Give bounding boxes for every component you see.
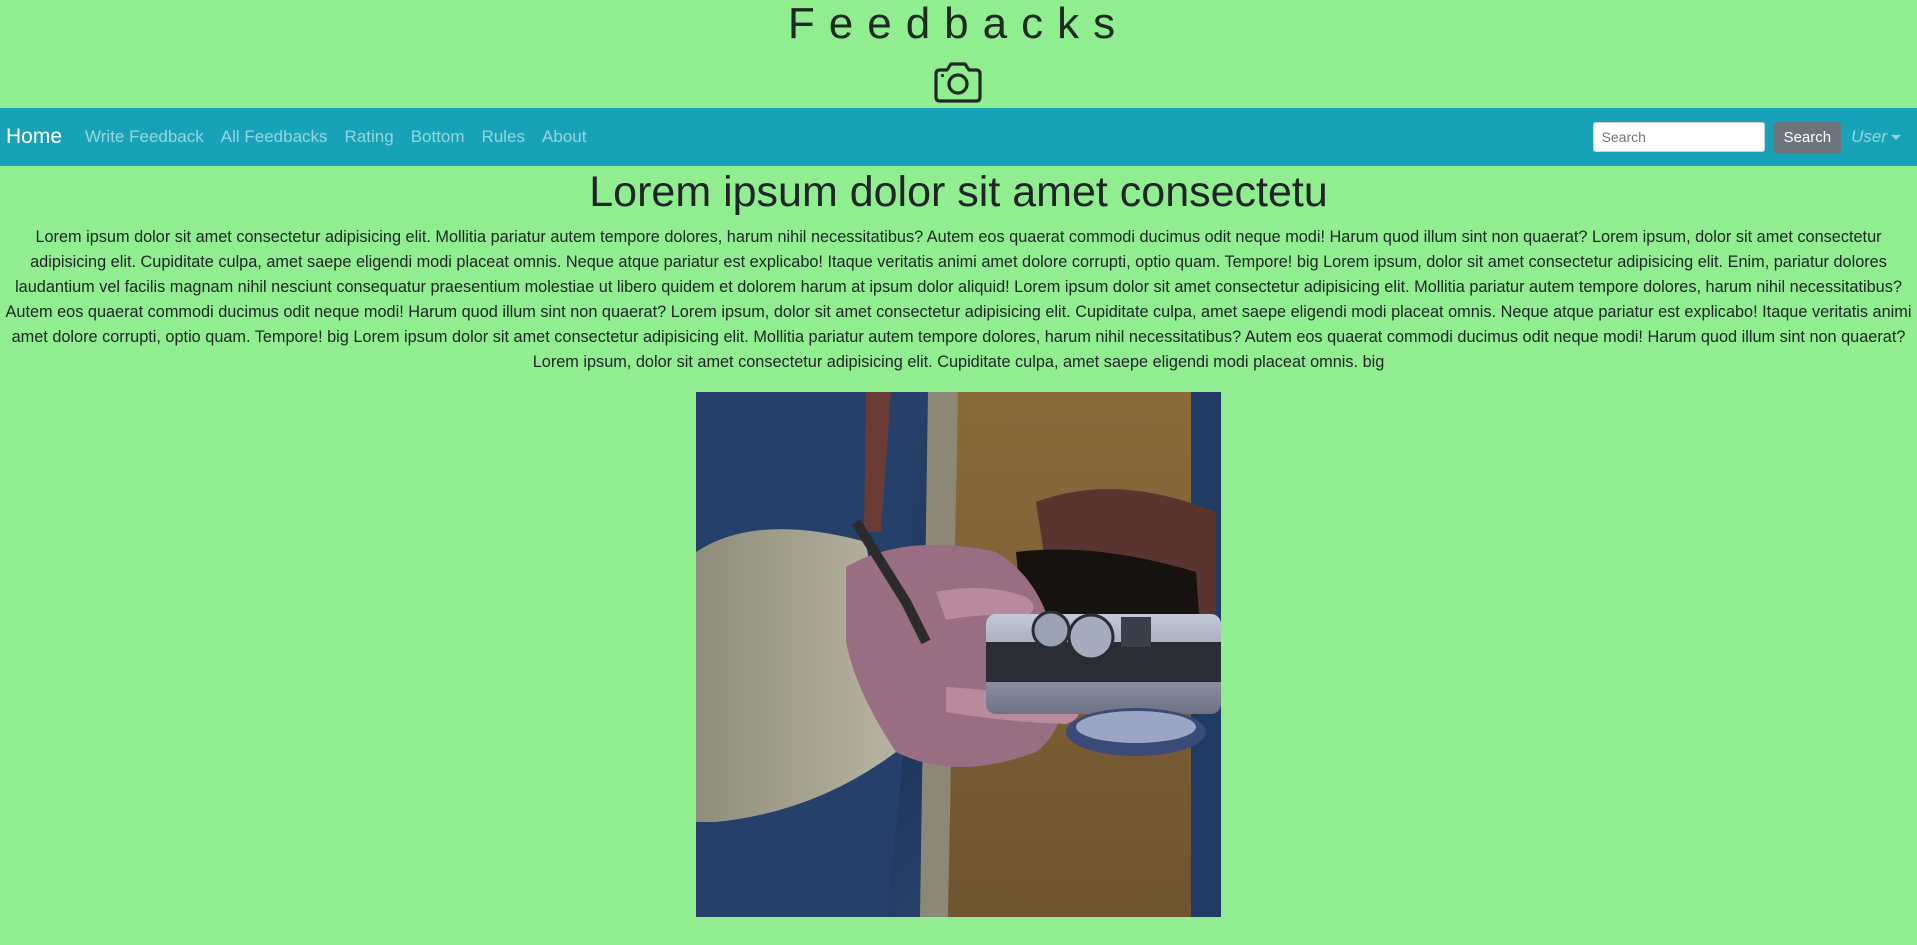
camera-icon [934, 62, 982, 103]
search-input[interactable] [1592, 122, 1765, 152]
nav-link-about[interactable]: About [542, 127, 586, 147]
nav-link-rules[interactable]: Rules [482, 127, 525, 147]
nav-link-rating[interactable]: Rating [345, 127, 394, 147]
search-button[interactable]: Search [1773, 121, 1842, 153]
article-paragraph: Lorem ipsum dolor sit amet consectetur a… [5, 228, 1912, 371]
user-dropdown[interactable]: User [1851, 127, 1901, 147]
nav-link-all-feedbacks[interactable]: All Feedbacks [221, 127, 328, 147]
camera-photo [696, 392, 1221, 917]
nav-link-bottom[interactable]: Bottom [411, 127, 465, 147]
nav-link-write-feedback[interactable]: Write Feedback [85, 127, 204, 147]
site-title: Feedbacks [787, 0, 1130, 48]
article-heading: Lorem ipsum dolor sit amet consectetu [589, 168, 1328, 216]
navbar: Home Write Feedback All Feedbacks Rating… [0, 108, 1917, 166]
nav-brand-home[interactable]: Home [6, 125, 62, 149]
camera-photo-illustration [696, 392, 1221, 917]
caret-down-icon [1891, 135, 1901, 140]
nav-search-area: Search User [1592, 108, 1901, 166]
site-header: Feedbacks [0, 0, 1917, 108]
user-dropdown-label: User [1851, 127, 1887, 146]
